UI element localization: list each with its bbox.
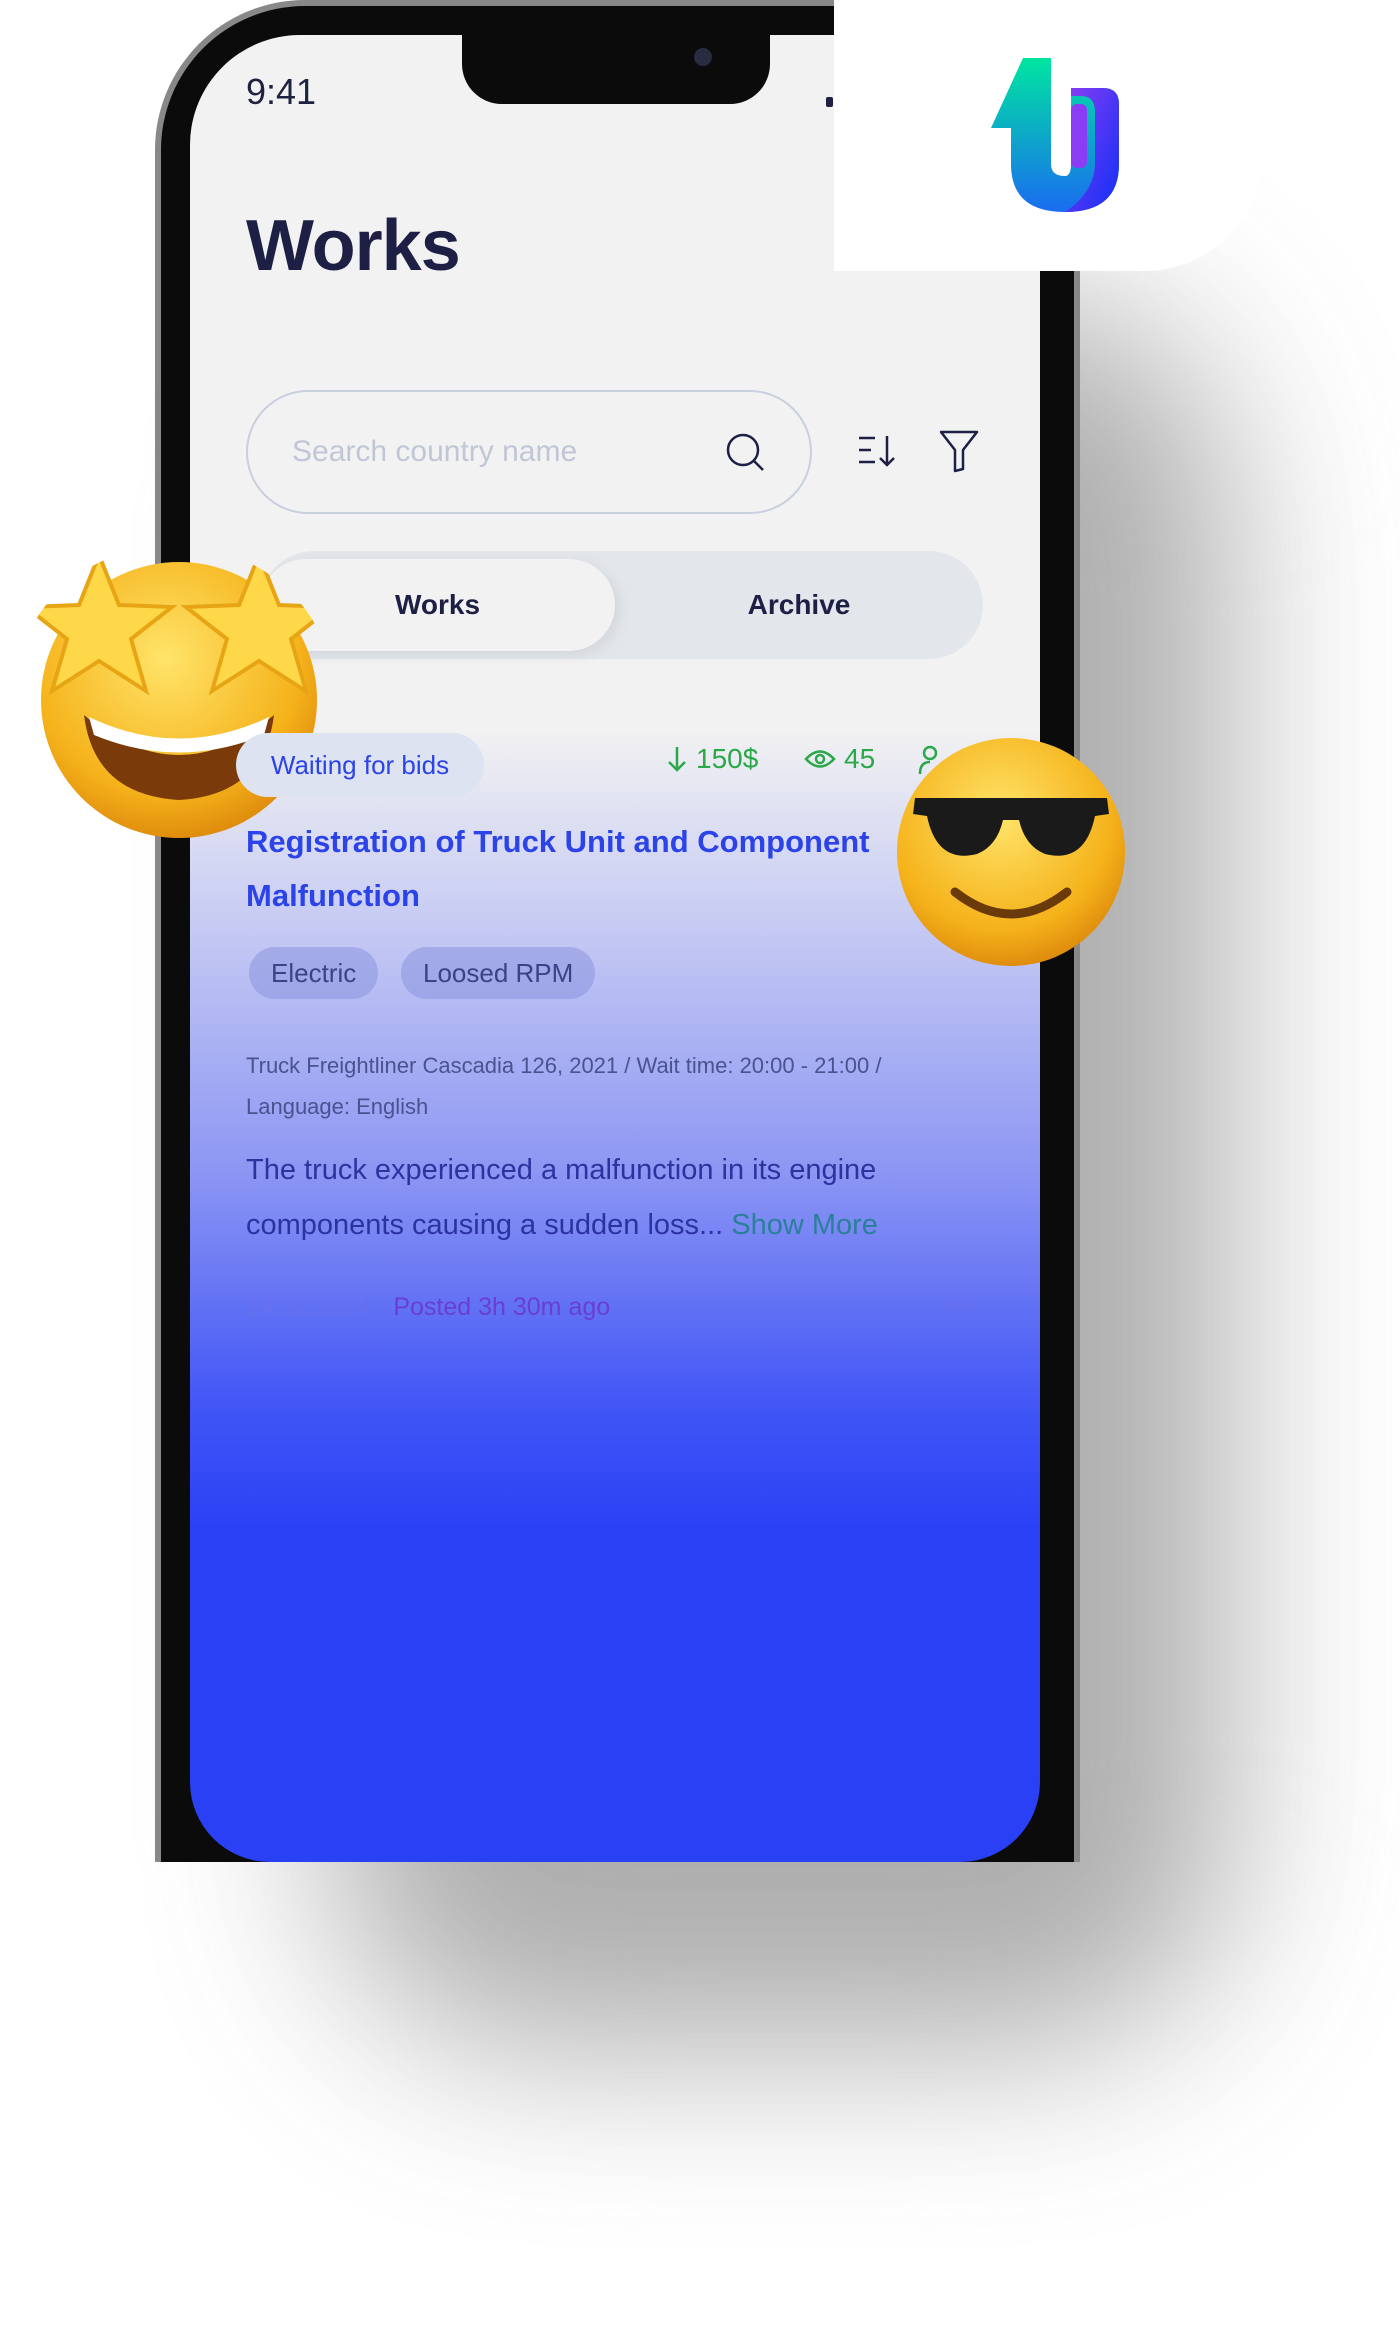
tab-switcher: Works Archive [260, 551, 983, 659]
status-badge: Waiting for bids [236, 733, 484, 797]
phone-screen: 9:41 Works Works Archive 150$ 45 Registr… [190, 35, 1040, 1862]
posted-text: Posted 3h 30m ago [393, 1293, 611, 1321]
search-icon[interactable] [724, 431, 766, 473]
views-value: 45 [844, 743, 876, 774]
price-value: 150$ [696, 743, 759, 774]
job-title[interactable]: Registration of Truck Unit and Component… [246, 815, 886, 923]
tab-archive[interactable]: Archive [615, 559, 983, 651]
filter-icon[interactable] [938, 429, 980, 473]
search-input[interactable] [292, 435, 712, 469]
job-date: 14.05.2024 - Posted 3h 30m ago [246, 1293, 610, 1322]
sunglasses-emoji [897, 738, 1125, 966]
price-stat: 150$ [666, 743, 758, 775]
more-options-icon[interactable]: ••• [942, 1289, 980, 1323]
page-title: Works [246, 206, 461, 286]
tag-electric: Electric [249, 947, 379, 999]
job-meta: Truck Freightliner Cascadia 126, 2021 / … [246, 1053, 882, 1119]
show-more-link[interactable]: Show More [731, 1209, 878, 1241]
sort-down-icon[interactable] [857, 433, 897, 469]
eye-icon [804, 750, 836, 768]
app-logo [991, 58, 1119, 212]
job-description: The truck experienced a malfunction in i… [246, 1143, 926, 1253]
tag-loosed-rpm: Loosed RPM [401, 947, 596, 999]
status-time: 9:41 [246, 71, 317, 112]
notch [462, 35, 770, 104]
search-bar[interactable] [246, 390, 812, 514]
camera-icon [694, 48, 712, 66]
arrow-down-icon [668, 747, 686, 772]
star-struck-emoji [20, 549, 334, 838]
date-text: 14.05.2024 - [246, 1293, 394, 1321]
views-stat: 45 [804, 743, 875, 775]
